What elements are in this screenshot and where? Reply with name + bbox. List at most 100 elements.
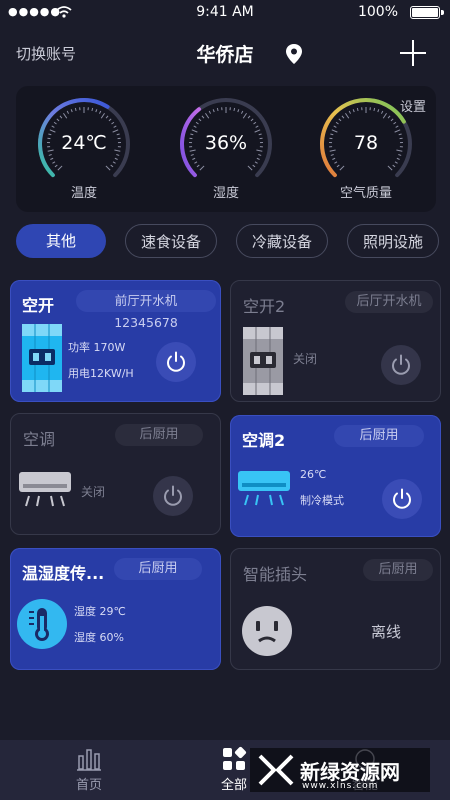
home-bars-icon bbox=[77, 749, 101, 771]
status-bar: ●●●●● 9:41 AM 100% bbox=[0, 0, 450, 26]
gauge-tick bbox=[105, 165, 111, 171]
gauge-tick bbox=[242, 112, 247, 119]
gauge-tick bbox=[190, 154, 194, 156]
power-icon bbox=[392, 354, 410, 375]
gauge-tick bbox=[250, 118, 254, 122]
gauge-tick bbox=[253, 121, 257, 125]
gauge-tick bbox=[338, 118, 342, 122]
add-icon[interactable] bbox=[398, 38, 428, 68]
gauge-tick bbox=[114, 157, 118, 160]
gauge-tick bbox=[111, 121, 115, 125]
gauge-tick bbox=[252, 164, 256, 168]
device-status: 离线 bbox=[371, 623, 402, 641]
device-title: 智能插头 bbox=[243, 565, 308, 584]
gauge-tick bbox=[382, 112, 387, 119]
device-card[interactable]: 智能插头 后厨用 离线 bbox=[230, 548, 441, 670]
gauge-tick bbox=[247, 165, 253, 171]
tab-fast-food[interactable]: 速食设备 bbox=[125, 224, 217, 258]
tab-lighting[interactable]: 照明设施 bbox=[347, 224, 439, 258]
gauge-tick bbox=[336, 164, 340, 168]
humidity-gauge: 36% 湿度 bbox=[176, 94, 276, 206]
gauge-tick bbox=[233, 107, 236, 112]
gauge-tick bbox=[258, 154, 262, 156]
gauge-tick bbox=[373, 107, 376, 112]
device-card[interactable]: 空调2 后厨用 26℃ 制冷模式 bbox=[230, 415, 441, 537]
nav-label: 首页 bbox=[75, 778, 102, 793]
gauge-tick bbox=[216, 107, 219, 112]
device-location-badge: 前厅开水机12345678 bbox=[76, 290, 216, 330]
environment-panel: 设置 24℃ 温度 36% 湿度 78 空气质量 bbox=[16, 86, 436, 212]
gauge-tick bbox=[63, 112, 68, 119]
gauge-tick bbox=[398, 154, 402, 156]
gauge-tick bbox=[395, 125, 399, 128]
power-button[interactable] bbox=[156, 342, 196, 382]
gauge-tick bbox=[256, 157, 260, 160]
device-location-badge: 后厨用 bbox=[115, 424, 203, 446]
device-card[interactable]: 空调 后厨用 关闭 bbox=[10, 413, 221, 535]
device-status: 关闭 bbox=[81, 485, 106, 499]
gauge-tick bbox=[212, 109, 215, 113]
gauge-tick bbox=[105, 115, 109, 119]
gauge-tick bbox=[51, 125, 55, 128]
gauge-tick bbox=[348, 110, 352, 114]
device-mode: 制冷模式 bbox=[300, 494, 344, 507]
device-energy: 用电12KW/H bbox=[68, 367, 134, 380]
temperature-value: 24℃ bbox=[61, 132, 107, 154]
temperature-gauge: 24℃ 温度 bbox=[34, 94, 134, 206]
power-icon bbox=[164, 485, 182, 506]
gauge-tick bbox=[95, 109, 98, 113]
gauge-tick bbox=[387, 165, 393, 171]
tab-refrigeration[interactable]: 冷藏设备 bbox=[236, 224, 328, 258]
power-icon bbox=[167, 351, 185, 372]
gauge-tick bbox=[254, 161, 258, 164]
gauge-tick bbox=[56, 118, 60, 122]
sensor-reading-2: 湿度 60% bbox=[74, 631, 124, 644]
gauge-tick bbox=[91, 107, 94, 112]
tab-other[interactable]: 其他 bbox=[16, 224, 106, 258]
gauge-tick bbox=[377, 109, 380, 113]
device-card[interactable]: 空开2 后厅开水机 关闭 bbox=[230, 280, 441, 402]
gauge-tick bbox=[100, 112, 105, 119]
gauge-tick bbox=[333, 125, 337, 128]
store-title: 华侨店 bbox=[196, 44, 254, 66]
grid-icon bbox=[223, 746, 247, 770]
nav-label: 全部 bbox=[220, 778, 247, 793]
power-button[interactable] bbox=[382, 479, 422, 519]
sensor-reading-1: 湿度 29℃ bbox=[74, 605, 126, 618]
gauge-tick bbox=[396, 157, 400, 160]
power-button[interactable] bbox=[381, 345, 421, 385]
gauge-tick bbox=[66, 110, 70, 114]
gauge-tick bbox=[48, 154, 52, 156]
watermark: 新绿资源网 www.xlns.com bbox=[250, 748, 430, 792]
gauge-tick bbox=[334, 161, 338, 164]
gauge-tick bbox=[70, 109, 73, 113]
device-title: 温湿度传... bbox=[22, 564, 105, 583]
gauge-tick bbox=[194, 161, 198, 164]
breaker-icon bbox=[22, 324, 62, 392]
power-button[interactable] bbox=[153, 476, 193, 516]
device-temperature: 26℃ bbox=[300, 468, 327, 481]
gauge-tick bbox=[392, 164, 396, 168]
location-pin-icon[interactable] bbox=[285, 43, 303, 65]
gauge-tick bbox=[110, 164, 114, 168]
gauge-tick bbox=[237, 109, 240, 113]
gauge-tick bbox=[339, 165, 345, 171]
device-title: 空调 bbox=[23, 430, 56, 449]
gauge-tick bbox=[341, 115, 345, 119]
nav-home[interactable]: 首页 bbox=[44, 746, 134, 793]
gauge-tick bbox=[387, 115, 391, 119]
battery-icon bbox=[410, 6, 440, 19]
smart-plug-icon bbox=[242, 606, 292, 656]
device-location-badge: 后厅开水机 bbox=[345, 291, 433, 313]
gauge-tick bbox=[50, 157, 54, 160]
humidity-label: 湿度 bbox=[212, 186, 239, 201]
device-card[interactable]: 空开 前厅开水机12345678 功率 170W 用电12KW/H bbox=[10, 280, 221, 402]
watermark-url: www.xlns.com bbox=[302, 781, 379, 791]
device-card[interactable]: 温湿度传... 后厨用 湿度 29℃ 湿度 60% bbox=[10, 548, 221, 670]
device-location-badge: 后厨用 bbox=[114, 558, 202, 580]
device-title: 空开 bbox=[22, 296, 55, 315]
air-quality-value: 78 bbox=[353, 132, 379, 154]
gauge-tick bbox=[352, 109, 355, 113]
gauge-tick bbox=[52, 161, 56, 164]
gauge-tick bbox=[330, 154, 334, 156]
